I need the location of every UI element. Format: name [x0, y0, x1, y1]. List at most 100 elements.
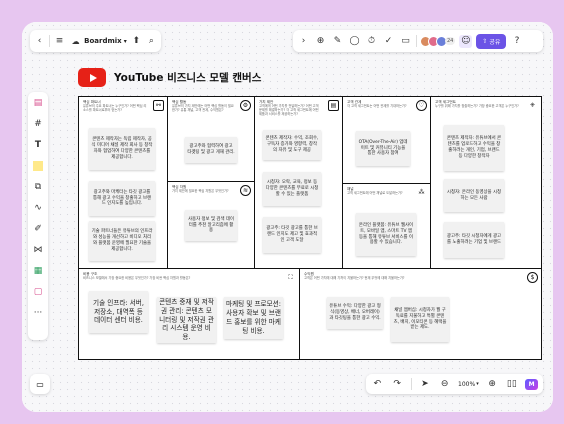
undo-icon[interactable]: ↶ — [371, 378, 384, 391]
sticky-note[interactable]: 광고주: 타깃 광고를 통한 브랜드 인지도 제고 및 효과적인 고객 도달 — [263, 217, 321, 253]
share-icon: ⇧ — [482, 37, 488, 45]
cell-header: 핵심 활동 유튜브의 가치 제안에는 어떤 핵심 활동이 필요한가? 유통 채널… — [172, 100, 234, 112]
zoom-in-icon[interactable]: ⊕ — [486, 378, 499, 391]
cell-header: 채널 고객 세그먼트에 어떤 채널로 도달하는가? — [347, 187, 410, 195]
shape-icon[interactable]: ⧉ — [32, 180, 45, 193]
page-title: YouTube 비즈니스 모델 캔버스 — [114, 72, 262, 84]
sticky-note[interactable]: 기술 파트너들은 유튜브의 인프라와 성능을 개선하고 비디오 처리와 플랫폼 … — [89, 221, 155, 261]
present-icon[interactable]: ▭ — [399, 35, 412, 48]
sticky-note[interactable]: 사용자 정보 및 검색 데이터를 추천 알고리즘에 활용 — [185, 210, 237, 241]
sticky-note[interactable]: 유튜브 수익: 다양한 광고 형식(동영상, 배너, 오버레이)과 타깃팅을 통… — [327, 297, 383, 329]
youtube-logo-icon — [78, 68, 106, 87]
book-icon[interactable]: ▯▯ — [505, 378, 518, 391]
cell-key-resources[interactable]: 핵심 자원 가치 제안에 필요한 핵심 자원은 무엇인가? ≋ 사용자 정보 및… — [167, 181, 255, 269]
cell-description: 누구를 위해 가치를 창출하는가? 가장 중요한 고객은 누구인가? — [435, 104, 519, 109]
sticky-note[interactable]: 광고주와 마케터는 타깃 광고를 통해 광고 수익을 창출하고 브랜드 인지도를… — [89, 181, 155, 216]
help-icon[interactable]: ? — [510, 35, 523, 48]
search-icon[interactable]: ⌕ — [146, 35, 157, 48]
sticky-note[interactable]: 시청자: 오락, 교육, 정보 등 다양한 콘텐츠를 무료로 시청할 수 있는 … — [263, 172, 321, 206]
back-icon[interactable]: ‹ — [34, 35, 45, 48]
cursor-icon[interactable]: ➤ — [419, 378, 432, 391]
sticky-note[interactable]: 콘텐츠 제작자: 수익, 조회수, 구독자 증가와 영향력, 창작의 자유 및 … — [263, 130, 321, 160]
cell-description: 유튜브의 주요 파트너는 누구인가? 어떤 핵심 리소스를 파트너로부터 얻는가… — [83, 104, 147, 113]
cell-customer-segments[interactable]: 고객 세그먼트 누구를 위해 가치를 창출하는가? 가장 중요한 고객은 누구인… — [430, 96, 542, 269]
cell-channels[interactable]: 채널 고객 세그먼트에 어떤 채널로 도달하는가? ⁂ 온라인 플랫폼: 유튜브… — [342, 183, 431, 269]
top-right-toolbar: › ⊕ ✎ ◯ ⏱ ✓ ▭ 24 ☺ ⇧ 공유 ? — [293, 30, 543, 52]
cell-description: 고객 세그먼트에 어떤 채널로 도달하는가? — [347, 191, 403, 196]
menu-icon[interactable]: ≡ — [54, 35, 65, 48]
cell-value-proposition[interactable]: 가치 제안 고객에게 어떤 가치를 전달하는가? 어떤 고객 문제를 해결하는가… — [254, 96, 343, 269]
sticky-note[interactable]: 시청자: 온라인 동영상을 시청하는 모든 사람 — [444, 179, 504, 212]
sticky-note[interactable]: 광고주와 협력하여 광고 타겟팅 및 광고 게재 관리. — [185, 137, 237, 163]
collaborator-avatars[interactable]: 24 — [420, 35, 456, 47]
text-icon[interactable]: T — [32, 138, 45, 151]
cell-revenue-streams[interactable]: 수익원 고객은 어떤 가치에 대해 기꺼이 지불하는가? 현재 무엇에 대해 지… — [299, 268, 542, 360]
cell-header: 고객 관계 각 고객 세그먼트는 어떤 관계를 기대하는가? — [347, 100, 410, 108]
cell-description: 비즈니스 모델에서 가장 중요한 비용은 무엇인가? 가장 비싼 핵심 자원과 … — [83, 276, 191, 281]
share-button[interactable]: ⇧ 공유 — [476, 33, 507, 49]
sticky-note-icon[interactable] — [32, 159, 45, 172]
ai-assistant-icon[interactable]: M — [525, 378, 539, 390]
cell-key-partners[interactable]: 핵심 파트너 유튜브의 주요 파트너는 누구인가? 어떤 핵심 리소스를 파트너… — [78, 96, 168, 269]
cell-description: 가치 제안에 필요한 핵심 자원은 무엇인가? — [172, 189, 229, 194]
cell-customer-relationships[interactable]: 고객 관계 각 고객 세그먼트는 어떤 관계를 기대하는가? ♡ OTA(Ove… — [342, 96, 431, 184]
brand-name: Boardmix — [84, 37, 122, 45]
table-icon[interactable]: ▦ — [32, 264, 45, 277]
pen-icon[interactable]: ✐ — [32, 222, 45, 235]
connector-icon[interactable]: ∿ — [32, 201, 45, 214]
frame-icon[interactable]: # — [32, 117, 45, 130]
cell-header: 비용 구조 비즈니스 모델에서 가장 중요한 비용은 무엇인가? 가장 비싼 핵… — [83, 272, 279, 280]
divider — [49, 35, 50, 47]
cell-description: 고객은 어떤 가치에 대해 기꺼이 지불하는가? 현재 무엇에 대해 지불하는가… — [304, 276, 405, 281]
brand-menu[interactable]: ☁ Boardmix ▾ — [69, 35, 127, 48]
add-icon[interactable]: ⊕ — [314, 35, 327, 48]
cell-cost-structure[interactable]: 비용 구조 비즈니스 모델에서 가장 중요한 비용은 무엇인가? 가장 비싼 핵… — [78, 268, 300, 360]
document-icon[interactable]: ▢ — [32, 285, 45, 298]
zoom-level[interactable]: 100% ▾ — [458, 381, 479, 388]
cell-description: 고객에게 어떤 가치를 전달하는가? 어떤 고객 문제를 해결하는가? 각 고객… — [259, 104, 319, 117]
gift-icon: ▤ — [328, 100, 339, 111]
vote-icon[interactable]: ✓ — [382, 35, 395, 48]
pen-icon[interactable]: ✎ — [331, 35, 344, 48]
chevron-right-icon[interactable]: › — [297, 35, 310, 48]
comment-icon[interactable]: ◯ — [348, 35, 361, 48]
mindmap-icon[interactable]: ⋈ — [32, 243, 45, 256]
business-model-canvas[interactable]: YouTube 비즈니스 모델 캔버스 핵심 파트너 유튜브의 주요 파트너는 … — [72, 66, 545, 362]
cell-key-activities[interactable]: 핵심 활동 유튜브의 가치 제안에는 어떤 핵심 활동이 필요한가? 유통 채널… — [167, 96, 255, 182]
network-icon: ⁂ — [418, 189, 425, 196]
chevron-down-icon: ▾ — [476, 381, 479, 387]
divider — [416, 35, 417, 47]
cloud-icon: ☁ — [71, 36, 80, 46]
divider — [410, 378, 412, 390]
sticky-note[interactable]: 채널 멤버십: 시청자가 월 구독료를 지불하고 특별 콘텐츠, 배지, 이모티… — [391, 297, 449, 342]
sticky-note[interactable]: 콘텐츠 중재 및 저작권 관리: 콘텐츠 모니터링 및 저작권 관리 시스템 운… — [157, 297, 216, 343]
cell-header: 가치 제안 고객에게 어떤 가치를 전달하는가? 어떤 고객 문제를 해결하는가… — [259, 100, 322, 116]
sticky-note[interactable]: 콘텐츠 제작자: 유튜브에서 콘텐츠를 업로드하고 수익을 창출하려는 개인, … — [444, 125, 504, 171]
cell-header: 핵심 파트너 유튜브의 주요 파트너는 누구인가? 어떤 핵심 리소스를 파트너… — [83, 100, 147, 112]
redo-icon[interactable]: ↷ — [391, 378, 404, 391]
heart-icon: ♡ — [416, 100, 427, 111]
handshake-icon: ⚯ — [153, 100, 164, 111]
sticky-note[interactable]: 기술 인프라: 서버, 저장소, 대역폭 등 데이터 센터 비용. — [89, 291, 148, 333]
export-icon[interactable]: ⬆ — [131, 35, 142, 48]
cell-header: 수익원 고객은 어떤 가치에 대해 기꺼이 지불하는가? 현재 무엇에 대해 지… — [304, 272, 521, 280]
more-icon[interactable]: ··· — [32, 306, 45, 319]
layers-icon: ≋ — [240, 185, 251, 196]
chevron-down-icon: ▾ — [123, 37, 127, 45]
sticky-note[interactable]: OTA(Over-The-Air) 업데이트 및 커뮤니티 기능을 통한 사용자… — [356, 131, 410, 166]
template-icon[interactable]: ▤ — [32, 96, 45, 109]
timer-icon[interactable]: ⏱ — [365, 35, 378, 48]
zoom-value: 100% — [458, 380, 476, 388]
sticky-note[interactable]: 광고주: 타깃 시청자에게 광고를 노출하려는 기업 및 브랜드 — [444, 222, 504, 258]
cell-header: 고객 세그먼트 누구를 위해 가치를 창출하는가? 가장 중요한 고객은 누구인… — [435, 100, 521, 108]
sticky-note[interactable]: 온라인 플랫폼: 유튜브 웹사이트, 모바일 앱, 스마트 TV 앱 등을 통해… — [356, 213, 416, 256]
zoom-out-icon[interactable]: ⊖ — [438, 378, 451, 391]
user-icon[interactable]: ☺ — [459, 34, 473, 48]
board-header: YouTube 비즈니스 모델 캔버스 — [78, 68, 261, 87]
money-icon: $ — [527, 272, 538, 283]
gear-icon: ⚙ — [240, 100, 251, 111]
sticky-note[interactable]: 마케팅 및 프로모션: 사용자 확보 및 브랜드 홍보를 위한 마케팅 비용. — [224, 297, 283, 339]
minimap-toggle-icon[interactable]: ▭ — [30, 374, 50, 394]
sticky-note[interactable]: 콘텐츠 제작자는 독립 제작자, 공식 미디어 채널 제작 회사 등 창작자와 … — [89, 128, 155, 170]
share-label: 공유 — [489, 38, 501, 46]
